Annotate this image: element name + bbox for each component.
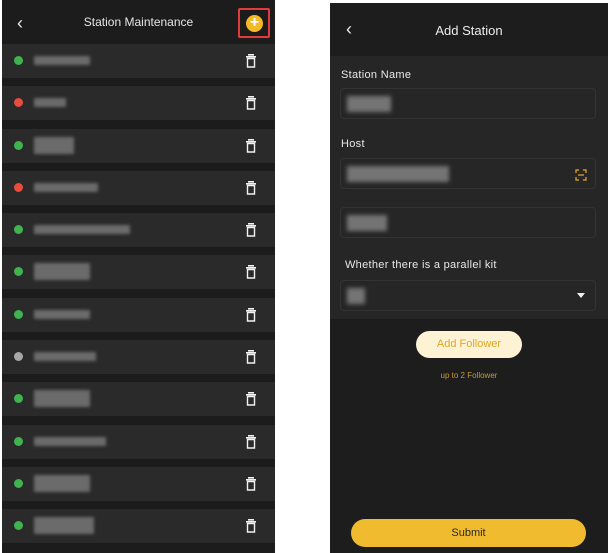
- station-row[interactable]: [2, 86, 275, 121]
- trash-icon[interactable]: [245, 518, 257, 534]
- status-dot: [14, 478, 23, 488]
- station-name-input[interactable]: [340, 88, 596, 119]
- status-dot: [14, 267, 23, 277]
- add-follower-button[interactable]: Add Follower: [416, 331, 522, 358]
- page-title: Add Station: [435, 23, 503, 38]
- status-dot: [14, 309, 23, 319]
- trash-icon[interactable]: [245, 95, 257, 111]
- station-row[interactable]: [2, 340, 275, 375]
- trash-icon[interactable]: [245, 476, 257, 492]
- port-input[interactable]: [340, 207, 596, 238]
- status-dot: [14, 225, 23, 235]
- station-row[interactable]: [2, 509, 275, 544]
- station-row[interactable]: [2, 128, 275, 163]
- host-label: Host: [341, 138, 365, 150]
- station-name-redacted: [34, 56, 90, 65]
- status-dot: [14, 352, 23, 362]
- status-dot: [14, 182, 23, 192]
- station-row[interactable]: [2, 170, 275, 205]
- station-name-redacted: [34, 182, 98, 192]
- station-name-redacted: [34, 136, 74, 154]
- station-name-redacted: [34, 390, 90, 408]
- trash-icon[interactable]: [245, 349, 257, 365]
- station-name-redacted: [34, 309, 90, 319]
- trash-icon[interactable]: [245, 264, 257, 280]
- station-row[interactable]: [2, 424, 275, 459]
- caret-down-icon[interactable]: [577, 293, 585, 298]
- host-input[interactable]: [340, 158, 596, 189]
- add-station-button[interactable]: +: [238, 8, 270, 38]
- status-dot: [14, 521, 23, 531]
- station-row[interactable]: [2, 297, 275, 332]
- trash-icon[interactable]: [245, 434, 257, 450]
- station-form: Station Name Host Whether there is a par…: [330, 56, 608, 319]
- station-list: [2, 44, 275, 552]
- trash-icon[interactable]: [245, 222, 257, 238]
- redacted-value: [347, 215, 387, 231]
- trash-icon[interactable]: [245, 53, 257, 69]
- station-name-label: Station Name: [341, 69, 412, 81]
- header: ‹ Add Station: [330, 3, 608, 51]
- station-name-redacted: [34, 436, 106, 446]
- status-dot: [14, 394, 23, 404]
- redacted-value: [347, 166, 449, 182]
- parallel-kit-select[interactable]: [340, 280, 596, 311]
- trash-icon[interactable]: [245, 138, 257, 154]
- scan-icon[interactable]: [575, 168, 587, 181]
- station-maintenance-screen: ‹ Station Maintenance +: [2, 0, 275, 553]
- station-name-redacted: [34, 263, 90, 281]
- add-station-screen: ‹ Add Station Station Name Host Whether …: [330, 3, 608, 553]
- station-name-redacted: [34, 517, 94, 535]
- plus-circle-icon: +: [246, 15, 263, 32]
- station-row[interactable]: [2, 213, 275, 248]
- station-row[interactable]: [2, 382, 275, 417]
- station-name-redacted: [34, 474, 90, 492]
- station-row[interactable]: [2, 466, 275, 501]
- trash-icon[interactable]: [245, 307, 257, 323]
- page-title: Station Maintenance: [83, 15, 194, 29]
- trash-icon[interactable]: [245, 391, 257, 407]
- station-name-redacted: [34, 352, 96, 362]
- submit-button[interactable]: Submit: [351, 519, 586, 547]
- trash-icon[interactable]: [245, 180, 257, 196]
- parallel-kit-label: Whether there is a parallel kit: [345, 259, 497, 271]
- redacted-value: [347, 288, 365, 304]
- status-dot: [14, 436, 23, 446]
- station-row[interactable]: [2, 255, 275, 290]
- redacted-value: [347, 96, 391, 112]
- station-name-redacted: [34, 98, 66, 108]
- header: ‹ Station Maintenance +: [2, 0, 275, 44]
- status-dot: [14, 98, 23, 108]
- status-dot: [14, 56, 23, 65]
- station-row[interactable]: [2, 44, 275, 78]
- station-name-redacted: [34, 225, 130, 235]
- follower-limit-note: up to 2 Follower: [440, 371, 498, 380]
- status-dot: [14, 140, 23, 150]
